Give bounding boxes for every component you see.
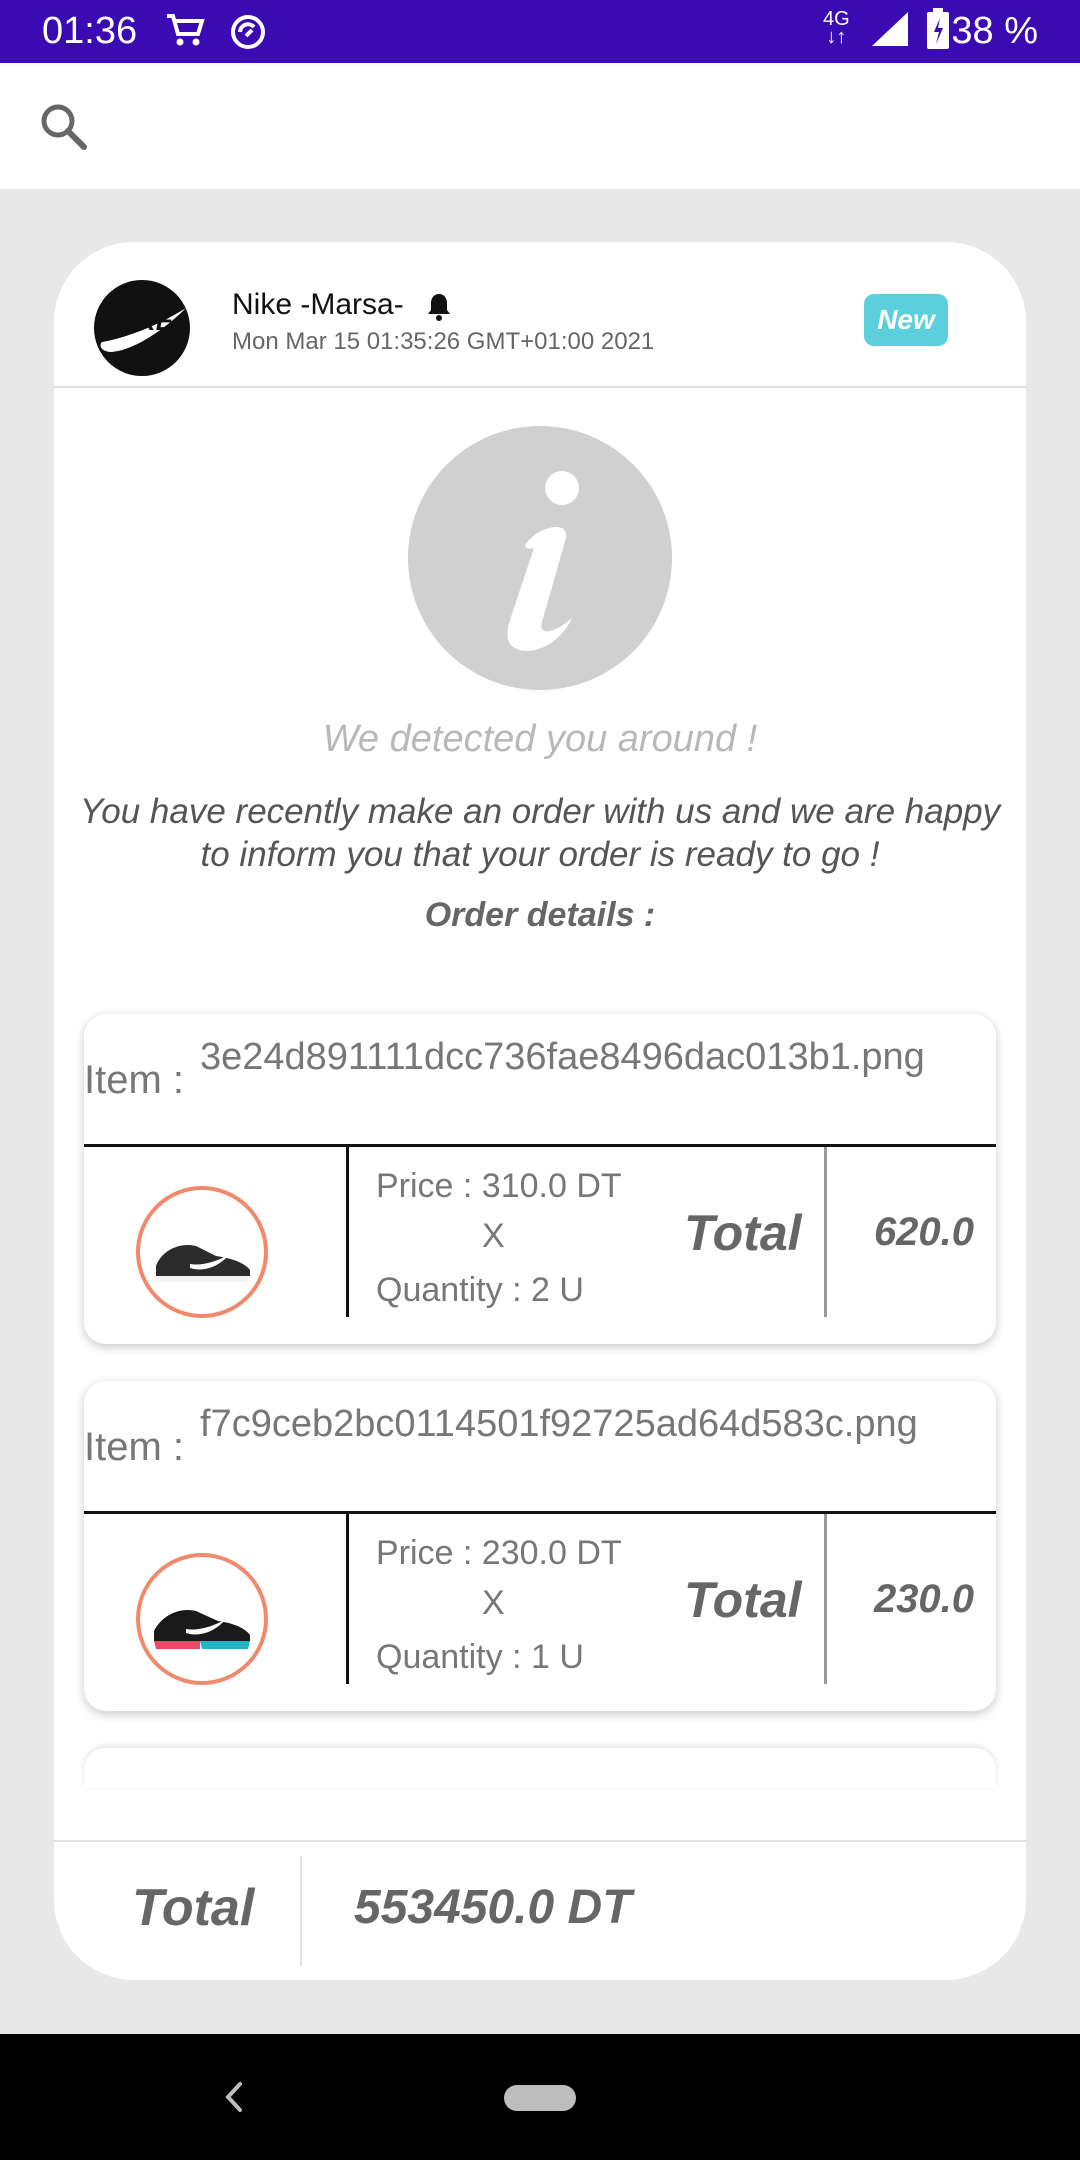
status-time: 01:36 [42, 10, 138, 52]
order-total-label: Total [132, 1879, 255, 1937]
price-quantity-block: Price : 230.0 DT X Quantity : 1 U [376, 1514, 676, 1684]
times-sign: X [482, 1584, 505, 1622]
item-label: Item : [84, 1058, 185, 1102]
item-quantity: Quantity : 2 U [376, 1271, 584, 1309]
item-total-label: Total [684, 1205, 802, 1261]
shoe-thumbnail [136, 1186, 268, 1318]
item-label: Item : [84, 1425, 185, 1469]
new-badge: New [864, 294, 948, 346]
times-sign: X [482, 1217, 505, 1255]
footer-divider [300, 1856, 302, 1966]
search-bar [0, 63, 1080, 189]
navigation-bar [0, 2034, 1080, 2160]
order-total-bar: Total 553450.0 DT [54, 1840, 1026, 1980]
item-total-label: Total [684, 1572, 802, 1628]
card-header: NIKE Nike -Marsa- Mon Mar 15 01:35:26 GM… [54, 242, 1026, 388]
price-quantity-block: Price : 310.0 DT X Quantity : 2 U [376, 1147, 676, 1317]
order-item[interactable]: Item : f7c9ceb2bc0114501f92725ad64d583c.… [84, 1381, 996, 1711]
item-name: 3e24d891111dcc736fae8496dac013b1.png [200, 1036, 925, 1078]
notification-date: Mon Mar 15 01:35:26 GMT+01:00 2021 [232, 328, 655, 355]
item-name: f7c9ceb2bc0114501f92725ad64d583c.png [200, 1403, 918, 1445]
info-icon [408, 426, 672, 690]
detected-title: We detected you around ! [322, 718, 758, 760]
status-bar: 01:36 4G ↓↑ 38 % [0, 0, 1080, 63]
column-divider [824, 1514, 827, 1684]
home-pill[interactable] [504, 2085, 576, 2111]
back-icon[interactable] [220, 2074, 248, 2125]
item-total-value: 230.0 [873, 1577, 975, 1621]
column-divider [346, 1514, 349, 1684]
column-divider [824, 1147, 827, 1317]
notification-message: You have recently make an order with us … [79, 792, 1001, 874]
item-total-value: 620.0 [873, 1210, 975, 1254]
svg-text:NIKE: NIKE [111, 306, 174, 336]
column-divider [346, 1147, 349, 1317]
order-item[interactable]: Item : 3e24d891111dcc736fae8496dac013b1.… [84, 1014, 996, 1344]
signal-icon [870, 10, 910, 53]
shopping-cart-icon [165, 12, 205, 53]
item-quantity: Quantity : 1 U [376, 1638, 584, 1676]
battery-percentage: 38 % [951, 10, 1038, 52]
order-item-partial[interactable] [84, 1748, 996, 1788]
battery-charging-icon [926, 8, 950, 55]
store-name: Nike -Marsa- [232, 288, 404, 321]
bell-icon [426, 292, 452, 327]
notification-card: NIKE Nike -Marsa- Mon Mar 15 01:35:26 GM… [54, 242, 1026, 1980]
order-details-label: Order details : [424, 896, 656, 934]
sync-icon [228, 12, 268, 57]
search-icon[interactable] [36, 99, 90, 158]
nike-logo: NIKE [94, 280, 190, 376]
item-price: Price : 230.0 DT [376, 1534, 622, 1572]
item-price: Price : 310.0 DT [376, 1167, 622, 1205]
order-total-amount: 553450.0 DT [354, 1881, 632, 1934]
shoe-thumbnail [136, 1553, 268, 1685]
network-indicator: 4G ↓↑ [823, 8, 850, 48]
